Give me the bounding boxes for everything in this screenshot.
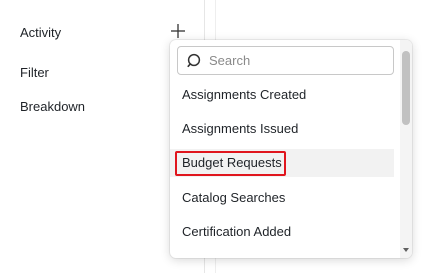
option-assignments-created[interactable]: Assignments Created (170, 81, 394, 109)
search-box[interactable] (177, 46, 394, 75)
option-label: Assignments Created (182, 87, 307, 102)
dropdown-scrollbar[interactable] (400, 40, 412, 258)
search-input[interactable] (209, 48, 385, 73)
breakdown-label: Breakdown (20, 99, 86, 114)
plus-icon[interactable] (170, 22, 186, 40)
option-label: Assignments Issued (182, 121, 299, 136)
option-assignments-issued[interactable]: Assignments Issued (170, 115, 394, 143)
activity-dropdown: Assignments Created Assignments Issued B… (170, 40, 412, 258)
scroll-down-arrow-icon[interactable] (403, 248, 409, 252)
option-catalog-searches[interactable]: Catalog Searches (170, 184, 394, 212)
activity-label: Activity (20, 25, 62, 40)
filter-label: Filter (20, 65, 49, 80)
scroll-thumb[interactable] (402, 51, 410, 125)
option-label: Certification Added (182, 224, 292, 239)
option-label: Budget Requests (182, 155, 282, 170)
option-budget-requests[interactable]: Budget Requests (170, 149, 394, 177)
option-certification-added[interactable]: Certification Added (170, 218, 394, 246)
option-label: Catalog Searches (182, 190, 286, 205)
search-icon (187, 53, 201, 68)
